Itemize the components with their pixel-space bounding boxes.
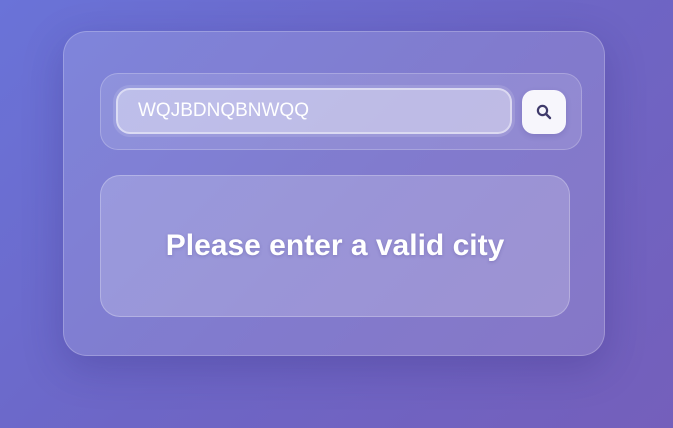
search-bar (100, 73, 582, 150)
weather-card: Please enter a valid city (63, 31, 605, 356)
search-button[interactable] (522, 90, 566, 134)
city-search-input[interactable] (116, 88, 512, 134)
search-icon (536, 104, 552, 120)
error-message: Please enter a valid city (165, 229, 505, 262)
error-message-box: Please enter a valid city (100, 175, 570, 317)
